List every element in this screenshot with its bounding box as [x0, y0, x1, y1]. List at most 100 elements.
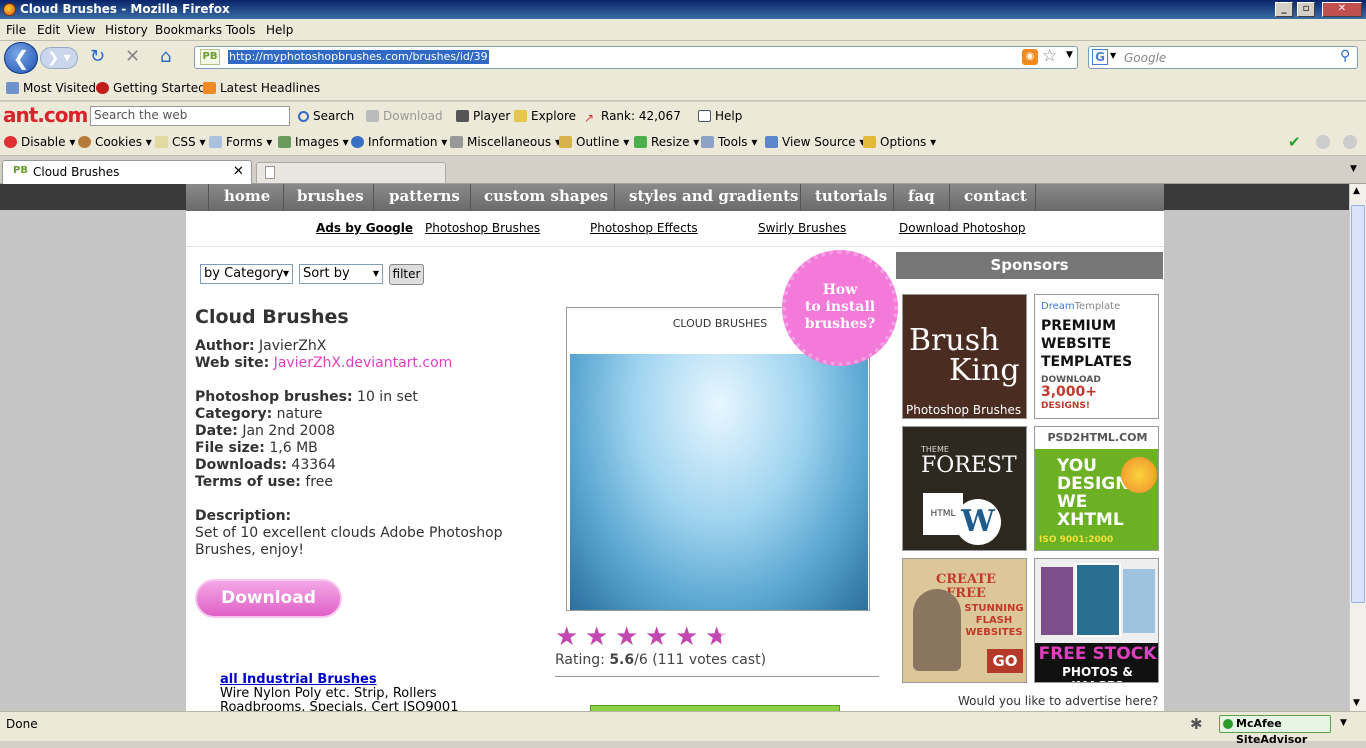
- ant-help-button[interactable]: Help: [698, 109, 742, 123]
- search-go-icon[interactable]: ⚲: [1340, 48, 1350, 64]
- sponsor-brushking[interactable]: Brush King Photoshop Brushes: [902, 294, 1027, 419]
- menu-view[interactable]: View: [67, 23, 95, 37]
- nav-patterns[interactable]: patterns: [389, 187, 460, 205]
- ads-by-google[interactable]: Ads by Google: [316, 221, 413, 235]
- industrial-brushes-link[interactable]: all Industrial Brushes: [220, 672, 377, 687]
- dev-css[interactable]: CSS ▾: [155, 135, 205, 149]
- scroll-down-icon[interactable]: ▼: [1353, 698, 1360, 708]
- menu-tools[interactable]: Tools: [226, 23, 256, 37]
- bookmarks-toolbar: Most Visited Getting Started Latest Head…: [0, 77, 1366, 101]
- search-engine-input[interactable]: Google: [1124, 51, 1166, 65]
- rating-star-icon[interactable]: ★: [615, 624, 642, 651]
- stop-icon[interactable]: ✕: [125, 46, 140, 68]
- ad-link-photoshop-brushes[interactable]: Photoshop Brushes: [425, 221, 540, 235]
- minimize-button[interactable]: _: [1275, 2, 1293, 17]
- status-gray-icon[interactable]: [1343, 135, 1357, 149]
- menu-file[interactable]: File: [6, 23, 26, 37]
- ant-search-label: Search: [313, 109, 355, 123]
- maximize-button[interactable]: ▫: [1297, 2, 1315, 17]
- nav-tutorials[interactable]: tutorials: [815, 187, 887, 205]
- url-dropdown-icon[interactable]: ▼: [1066, 50, 1073, 60]
- dev-tools[interactable]: Tools ▾: [701, 135, 757, 149]
- ad-link-swirly-brushes[interactable]: Swirly Brushes: [758, 221, 846, 235]
- nav-custom-shapes[interactable]: custom shapes: [484, 187, 608, 205]
- rating-star-icon[interactable]: ★: [675, 624, 702, 651]
- sort-select[interactable]: Sort by ▼: [299, 264, 383, 284]
- bug-icon[interactable]: ✱: [1190, 715, 1203, 733]
- ant-download-button[interactable]: Download: [366, 109, 443, 123]
- download-button[interactable]: Download: [195, 579, 342, 618]
- sponsor-create-flash[interactable]: CREATE FREE STUNNING FLASH WEBSITES GO: [902, 558, 1027, 683]
- dev-cookies[interactable]: Cookies ▾: [78, 135, 152, 149]
- mcafee-siteadvisor[interactable]: McAfee SiteAdvisor: [1219, 715, 1331, 746]
- ad-link-photoshop-effects[interactable]: Photoshop Effects: [590, 221, 698, 235]
- rating-star-icon[interactable]: ★: [705, 624, 732, 651]
- dev-label: Miscellaneous: [467, 135, 552, 149]
- status-gray-icon[interactable]: [1316, 135, 1330, 149]
- dev-outline[interactable]: Outline ▾: [559, 135, 629, 149]
- tab-cloud-brushes[interactable]: PB Cloud Brushes ✕: [2, 160, 252, 184]
- forward-button[interactable]: ❯ ▾: [40, 47, 78, 69]
- menu-bookmarks[interactable]: Bookmarks: [155, 23, 222, 37]
- tab-blank[interactable]: [256, 162, 446, 183]
- ad-link-download-photoshop[interactable]: Download Photoshop: [899, 221, 1026, 235]
- bookmark-most-visited[interactable]: Most Visited: [6, 81, 96, 95]
- dev-forms[interactable]: Forms ▾: [209, 135, 272, 149]
- nav-styles-gradients[interactable]: styles and gradients: [629, 187, 798, 205]
- scrollbar-thumb[interactable]: [1351, 205, 1365, 603]
- scroll-up-icon[interactable]: ▲: [1353, 186, 1360, 196]
- rating-star-icon[interactable]: ★: [585, 624, 612, 651]
- ant-rank[interactable]: ↗ Rank: 42,067: [584, 109, 681, 124]
- dev-miscellaneous[interactable]: Miscellaneous ▾: [450, 135, 561, 149]
- rss-icon[interactable]: ◉: [1022, 49, 1038, 65]
- sponsor-psd2html[interactable]: PSD2HTML.COM YOU DESIGN WE XHTML ISO 900…: [1034, 426, 1159, 551]
- wordpress-icon: W: [955, 499, 1001, 545]
- ant-logo[interactable]: ant.com: [3, 103, 88, 127]
- dev-images[interactable]: Images ▾: [278, 135, 349, 149]
- bookmark-getting-started[interactable]: Getting Started: [96, 81, 206, 95]
- sponsor-themeforest[interactable]: THEME FOREST HTML W: [902, 426, 1027, 551]
- pencil-icon: [559, 136, 572, 148]
- sponsor-dreamtemplate[interactable]: DreamTemplate PREMIUM WEBSITE TEMPLATES …: [1034, 294, 1159, 419]
- rating-star-icon[interactable]: ★: [645, 624, 672, 651]
- website-link[interactable]: JavierZhX.deviantart.com: [274, 355, 453, 371]
- cloud-preview-image[interactable]: [570, 354, 868, 610]
- bookmark-latest-headlines[interactable]: Latest Headlines: [203, 81, 320, 95]
- category-value: nature: [276, 406, 323, 422]
- images-icon: [278, 136, 291, 148]
- reload-icon[interactable]: ↻: [90, 46, 105, 68]
- menu-help[interactable]: Help: [266, 23, 293, 37]
- tab-list-icon[interactable]: ▼: [1350, 164, 1357, 174]
- menu-edit[interactable]: Edit: [37, 23, 60, 37]
- engine-dropdown-icon[interactable]: ▼: [1110, 51, 1116, 60]
- ant-search-button[interactable]: Search: [298, 109, 354, 123]
- url-text[interactable]: http://myphotoshopbrushes.com/brushes/id…: [228, 50, 489, 64]
- dev-view-source[interactable]: View Source ▾: [765, 135, 865, 149]
- google-icon[interactable]: G: [1092, 49, 1108, 65]
- bookmark-star-icon[interactable]: ☆: [1042, 46, 1057, 66]
- home-icon[interactable]: ⌂: [160, 46, 171, 68]
- nav-brushes[interactable]: brushes: [297, 187, 364, 205]
- nav-contact[interactable]: contact: [964, 187, 1027, 205]
- dev-resize[interactable]: Resize ▾: [634, 135, 699, 149]
- ant-player-button[interactable]: Player: [456, 109, 510, 123]
- tab-close-icon[interactable]: ✕: [233, 164, 244, 179]
- dev-options[interactable]: Options ▾: [863, 135, 936, 149]
- sponsor-free-stock[interactable]: FREE STOCK PHOTOS & IMAGES: [1034, 558, 1159, 683]
- close-window-button[interactable]: ✕: [1322, 2, 1362, 17]
- ant-explore-button[interactable]: Explore: [514, 109, 576, 123]
- back-button[interactable]: ❮: [4, 42, 38, 74]
- filter-button[interactable]: filter: [389, 264, 424, 285]
- ant-search-input[interactable]: Search the web: [90, 106, 290, 126]
- nav-home[interactable]: home: [224, 187, 270, 205]
- install-help-badge[interactable]: How to install brushes?: [782, 250, 898, 366]
- menu-history[interactable]: History: [105, 23, 148, 37]
- category-select[interactable]: by Category ▼: [200, 264, 293, 284]
- rating-star-icon[interactable]: ★: [555, 624, 582, 651]
- validation-ok-icon[interactable]: ✔: [1288, 133, 1301, 151]
- advertise-link[interactable]: Would you like to advertise here?: [958, 694, 1158, 708]
- dev-information[interactable]: Information ▾: [351, 135, 447, 149]
- dev-disable[interactable]: Disable ▾: [4, 135, 75, 149]
- nav-faq[interactable]: faq: [908, 187, 935, 205]
- status-menu-icon[interactable]: ▼: [1340, 718, 1347, 728]
